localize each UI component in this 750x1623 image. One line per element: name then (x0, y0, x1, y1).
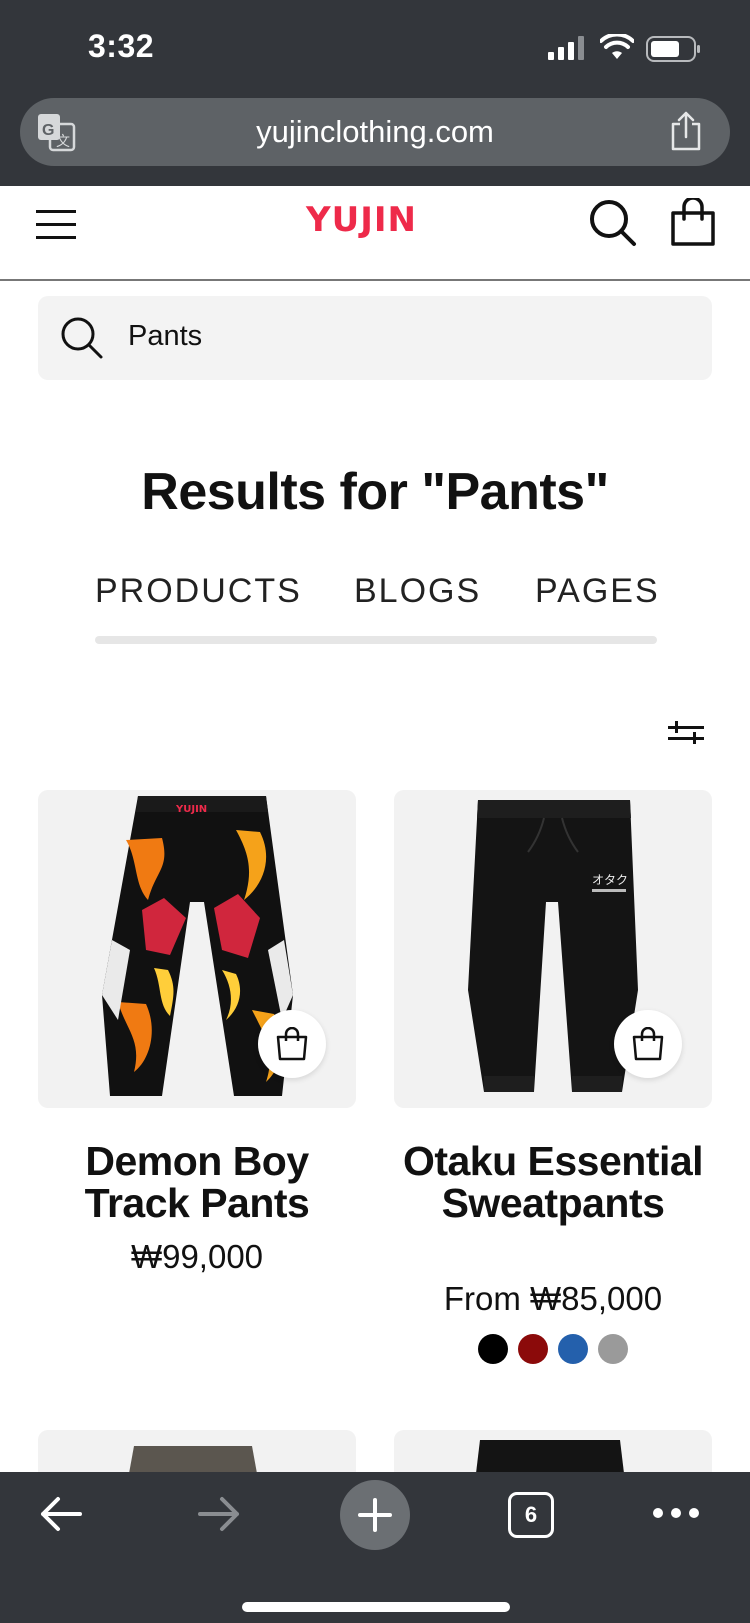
product-image-demon-boy-track-pants[interactable]: YUJIN (38, 790, 356, 1108)
cellular-signal-icon (548, 36, 584, 60)
filter-icon[interactable] (668, 718, 706, 748)
more-icon[interactable] (652, 1506, 700, 1520)
svg-text:YUJIN: YUJIN (175, 804, 207, 815)
shopping-bag-icon (276, 1027, 308, 1061)
tabs-icon[interactable]: 6 (508, 1492, 554, 1538)
search-icon (61, 317, 103, 359)
menu-icon[interactable] (36, 206, 78, 242)
product-title[interactable]: Demon Boy Track Pants (38, 1140, 356, 1224)
tab-pages[interactable]: PAGES (535, 572, 660, 611)
color-swatch[interactable] (478, 1334, 508, 1364)
url-text[interactable]: yujinclothing.com (20, 114, 730, 150)
home-indicator (242, 1602, 510, 1612)
new-tab-button[interactable] (340, 1480, 410, 1550)
product-price: From ₩85,000 (443, 1280, 663, 1317)
tab-scroll-track[interactable] (95, 636, 657, 644)
results-tabs: PRODUCTS BLOGS PAGES (95, 572, 658, 644)
cart-bag-icon[interactable] (668, 198, 718, 248)
shopping-bag-icon (632, 1027, 664, 1061)
plus-icon (358, 1498, 392, 1532)
status-bar: 3:32 G 文 yujinclothing.com (0, 0, 750, 186)
status-time: 3:32 (88, 28, 155, 64)
product-title[interactable]: Otaku Essential Sweatpants (394, 1140, 712, 1224)
share-icon[interactable] (668, 110, 704, 152)
page-title: Results for "Pants" (141, 463, 609, 521)
site-logo[interactable]: YUJIN (306, 200, 417, 240)
tab-products[interactable]: PRODUCTS (95, 572, 302, 611)
quick-add-button[interactable] (614, 1010, 682, 1078)
product-image-otaku-essential-sweatpants[interactable]: オタク (394, 790, 712, 1108)
search-field[interactable] (38, 296, 712, 380)
wifi-icon (600, 34, 634, 59)
address-bar[interactable]: G 文 yujinclothing.com (20, 98, 730, 166)
quick-add-button[interactable] (258, 1010, 326, 1078)
back-arrow-icon[interactable] (38, 1494, 84, 1534)
svg-text:オタク: オタク (592, 873, 628, 887)
search-input[interactable] (128, 320, 668, 353)
search-icon[interactable] (588, 198, 638, 248)
color-swatch[interactable] (598, 1334, 628, 1364)
tab-blogs[interactable]: BLOGS (354, 572, 481, 611)
browser-toolbar: 6 (0, 1472, 750, 1623)
color-swatch[interactable] (558, 1334, 588, 1364)
color-swatch[interactable] (518, 1334, 548, 1364)
battery-icon (646, 36, 700, 62)
product-price: ₩99,000 (130, 1238, 264, 1275)
forward-arrow-icon[interactable] (196, 1494, 242, 1534)
